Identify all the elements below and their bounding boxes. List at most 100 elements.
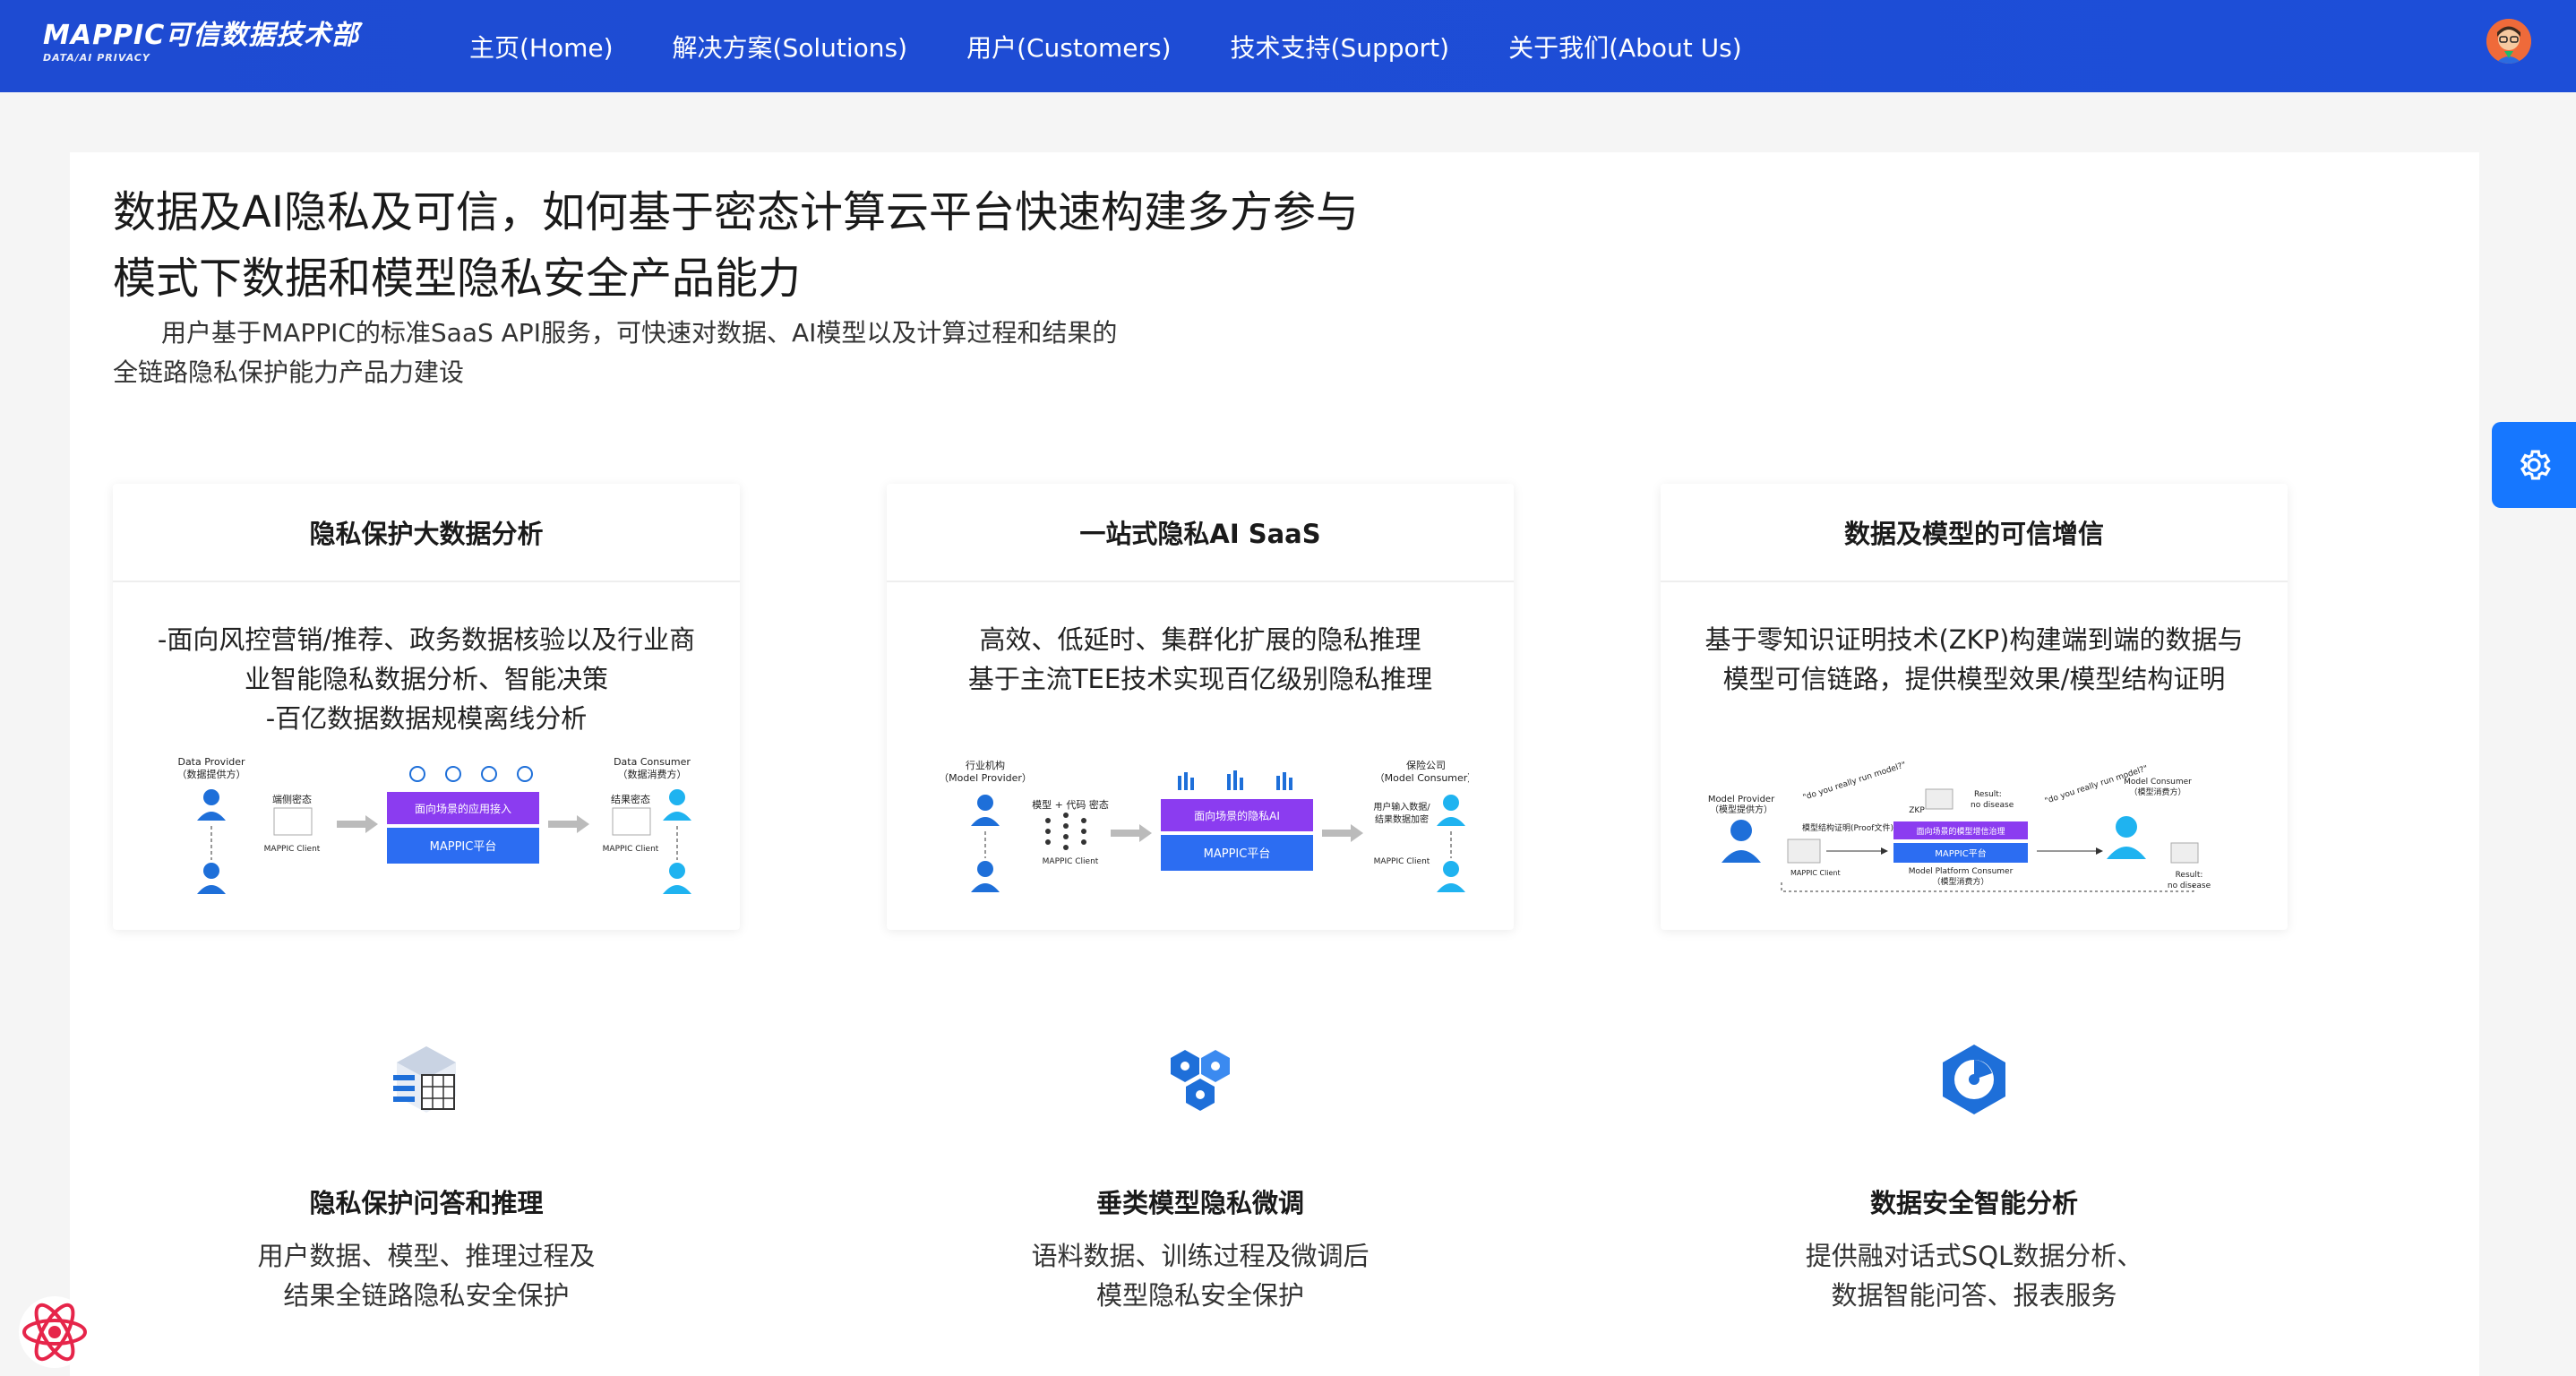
service-title: 垂类模型隐私微调 bbox=[1095, 1188, 1304, 1218]
service-vertical-finetune[interactable]: 垂类模型隐私微调 语料数据、训练过程及微调后 模型隐私安全保护 bbox=[887, 1039, 1514, 1315]
service-qa-inference[interactable]: 隐私保护问答和推理 用户数据、模型、推理过程及 结果全链路隐私安全保护 bbox=[113, 1039, 740, 1315]
page-title: 数据及AI隐私及可信，如何基于密态计算云平台快速构建多方参与 模式下数据和模型隐… bbox=[113, 179, 1421, 312]
logo-title: MAPPIC可信数据技术部 bbox=[43, 20, 360, 51]
card-title: 一站式隐私AI SaaS bbox=[887, 484, 1514, 582]
diagram-label: no disease bbox=[2168, 882, 2211, 890]
service-desc-line: 提供融对话式SQL数据分析、 bbox=[1805, 1241, 2143, 1271]
ai-saas-architecture-diagram: 行业机构 （Model Provider） 模型 + 代码 密态 MAPPIC … bbox=[939, 759, 1469, 892]
gpu-bars-icon bbox=[1178, 770, 1292, 790]
top-navbar: MAPPIC可信数据技术部 DATA/AI PRIVACY 主页(Home) 解… bbox=[0, 0, 2576, 92]
gear-icon bbox=[2520, 450, 2551, 480]
service-icons bbox=[409, 766, 533, 782]
card-text-line: 业智能隐私数据分析、智能决策 bbox=[244, 664, 608, 694]
service-desc-line: 结果全链路隐私安全保护 bbox=[283, 1280, 570, 1311]
card-title: 隐私保护大数据分析 bbox=[113, 484, 740, 582]
person-icon bbox=[971, 861, 1000, 892]
diagram-label: Result: bbox=[2176, 871, 2203, 880]
person-icon bbox=[1437, 795, 1465, 826]
card-text: 高效、低延时、集群化扩展的隐私推理 基于主流TEE技术实现百亿级别隐私推理 bbox=[887, 620, 1514, 699]
bigdata-architecture-diagram: Data Provider （数据提供方） 端侧密态 MAPPIC Client… bbox=[177, 756, 691, 894]
service-desc: 提供融对话式SQL数据分析、 数据智能问答、报表服务 bbox=[1661, 1236, 2288, 1315]
zkp-architecture-diagram: Model Provider （模型提供方） "do you really ru… bbox=[1708, 761, 2211, 892]
data-cube-icon bbox=[393, 1046, 456, 1113]
diagram-label: Result: bbox=[1974, 790, 2002, 799]
diagram-label: Model Consumer bbox=[2124, 778, 2192, 787]
diagram-label: （模型提供方） bbox=[1710, 804, 1773, 815]
service-title: 数据安全智能分析 bbox=[1869, 1188, 2078, 1218]
user-avatar[interactable] bbox=[2486, 19, 2531, 64]
person-icon bbox=[197, 863, 226, 894]
page-description: 用户基于MAPPIC的标准SaaS API服务，可快速对数据、AI模型以及计算过… bbox=[113, 314, 1188, 392]
diagram-label: MAPPIC Client bbox=[264, 845, 321, 854]
card-text: 基于零知识证明技术(ZKP)构建端到端的数据与 模型可信链路，提供模型效果/模型… bbox=[1661, 620, 2288, 699]
diagram-label: 面向场景的隐私AI bbox=[1194, 809, 1280, 822]
diagram-label: （Model Consumer） bbox=[1375, 772, 1469, 784]
nav-solutions[interactable]: 解决方案(Solutions) bbox=[673, 29, 908, 64]
diagram-label: 行业机构 bbox=[966, 759, 1005, 771]
person-icon bbox=[663, 863, 691, 894]
feature-card-ai-saas[interactable]: 一站式隐私AI SaaS 高效、低延时、集群化扩展的隐私推理 基于主流TEE技术… bbox=[887, 484, 1514, 930]
diagram-label: Data Provider bbox=[177, 756, 245, 768]
diagram-label: 用户输入数据/ bbox=[1373, 801, 1430, 813]
feature-card-trusted-model[interactable]: 数据及模型的可信增信 基于零知识证明技术(ZKP)构建端到端的数据与 模型可信链… bbox=[1661, 484, 2288, 930]
nav-support[interactable]: 技术支持(Support) bbox=[1231, 29, 1450, 64]
service-title: 隐私保护问答和推理 bbox=[309, 1188, 544, 1218]
diagram-label: MAPPIC Client bbox=[603, 845, 659, 854]
page-description-line1: 用户基于MAPPIC的标准SaaS API服务，可快速对数据、AI模型以及计算过… bbox=[161, 318, 1118, 348]
diagram-label: Model Provider bbox=[1708, 795, 1775, 804]
card-title: 数据及模型的可信增信 bbox=[1661, 484, 2288, 582]
person-icon bbox=[971, 795, 1000, 826]
diagram-label: （数据消费方） bbox=[618, 768, 687, 780]
diagram-label: MAPPIC Client bbox=[1374, 857, 1430, 866]
diagram-label: （模型消费方） bbox=[2129, 787, 2185, 797]
diagram-label: 面向场景的模型增信治理 bbox=[1916, 826, 2005, 837]
nav-about[interactable]: 关于我们(About Us) bbox=[1508, 29, 1742, 64]
service-data-analytics[interactable]: 数据安全智能分析 提供融对话式SQL数据分析、 数据智能问答、报表服务 bbox=[1661, 1039, 2288, 1315]
person-icon bbox=[197, 789, 226, 821]
main-panel: 数据及AI隐私及可信，如何基于密态计算云平台快速构建多方参与 模式下数据和模型隐… bbox=[70, 152, 2479, 1376]
diagram-label: MAPPIC Client bbox=[1790, 869, 1841, 877]
service-desc-line: 模型隐私安全保护 bbox=[1095, 1280, 1304, 1311]
diagram-label: Model Platform Consumer bbox=[1909, 867, 2014, 876]
diagram-label: （Model Provider） bbox=[939, 772, 1032, 784]
diagram-label: MAPPIC平台 bbox=[1204, 847, 1271, 861]
logo-subtitle: DATA/AI PRIVACY bbox=[43, 52, 150, 64]
card-text-line: -面向风控营销/推荐、政务数据核验以及行业商 bbox=[157, 624, 696, 655]
page-description-line2: 全链路隐私保护能力产品力建设 bbox=[113, 357, 465, 387]
diagram-label: （数据提供方） bbox=[177, 768, 246, 780]
hexagon-chart-icon bbox=[1943, 1045, 2005, 1114]
diagram-label: 端侧密态 bbox=[272, 793, 312, 805]
logo[interactable]: MAPPIC可信数据技术部 DATA/AI PRIVACY bbox=[43, 20, 359, 64]
person-icon bbox=[2107, 816, 2146, 859]
diagram-label: no disease bbox=[1971, 801, 2014, 810]
feature-card-bigdata[interactable]: 隐私保护大数据分析 -面向风控营销/推荐、政务数据核验以及行业商 业智能隐私数据… bbox=[113, 484, 740, 930]
service-desc-line: 用户数据、模型、推理过程及 bbox=[257, 1241, 596, 1271]
person-icon bbox=[663, 789, 691, 821]
diagram-label: 保险公司 bbox=[1406, 759, 1446, 771]
diagram-label: MAPPIC Client bbox=[1043, 857, 1099, 866]
diagram-label: 结果密态 bbox=[611, 793, 650, 805]
diagram-label: 模型结构证明(Proof文件) bbox=[1802, 822, 1893, 833]
settings-button[interactable] bbox=[2492, 422, 2576, 508]
card-text-line: 高效、低延时、集群化扩展的隐私推理 bbox=[979, 624, 1421, 655]
person-icon bbox=[1437, 861, 1465, 892]
diagram-label: 面向场景的应用接入 bbox=[415, 802, 511, 815]
diagram-label: "do you really run model?" bbox=[1802, 761, 1907, 803]
page-title-line1: 数据及AI隐私及可信，如何基于密态计算云平台快速构建多方参与 bbox=[113, 187, 1359, 237]
service-desc: 用户数据、模型、推理过程及 结果全链路隐私安全保护 bbox=[113, 1236, 740, 1315]
diagram-label: 模型 + 代码 密态 bbox=[1032, 798, 1109, 811]
card-text-line: -百亿数据数据规模离线分析 bbox=[265, 703, 588, 734]
card-text-line: 基于主流TEE技术实现百亿级别隐私推理 bbox=[967, 664, 1433, 694]
card-text: -面向风控营销/推荐、政务数据核验以及行业商 业智能隐私数据分析、智能决策 -百… bbox=[113, 620, 740, 738]
hexagon-cluster-icon bbox=[1171, 1050, 1230, 1111]
service-desc: 语料数据、训练过程及微调后 模型隐私安全保护 bbox=[887, 1236, 1514, 1315]
service-desc-line: 数据智能问答、报表服务 bbox=[1831, 1280, 2117, 1311]
nav-customers[interactable]: 用户(Customers) bbox=[966, 29, 1171, 64]
diagram-label: Data Consumer bbox=[614, 756, 691, 768]
nav-home[interactable]: 主页(Home) bbox=[469, 29, 614, 64]
diagram-label: ZKP bbox=[1909, 806, 1925, 815]
diagram-label: MAPPIC平台 bbox=[1935, 847, 1986, 859]
service-desc-line: 语料数据、训练过程及微调后 bbox=[1031, 1241, 1370, 1271]
page-title-line2: 模式下数据和模型隐私安全产品能力 bbox=[113, 254, 802, 304]
react-logo-icon[interactable] bbox=[18, 1295, 91, 1369]
